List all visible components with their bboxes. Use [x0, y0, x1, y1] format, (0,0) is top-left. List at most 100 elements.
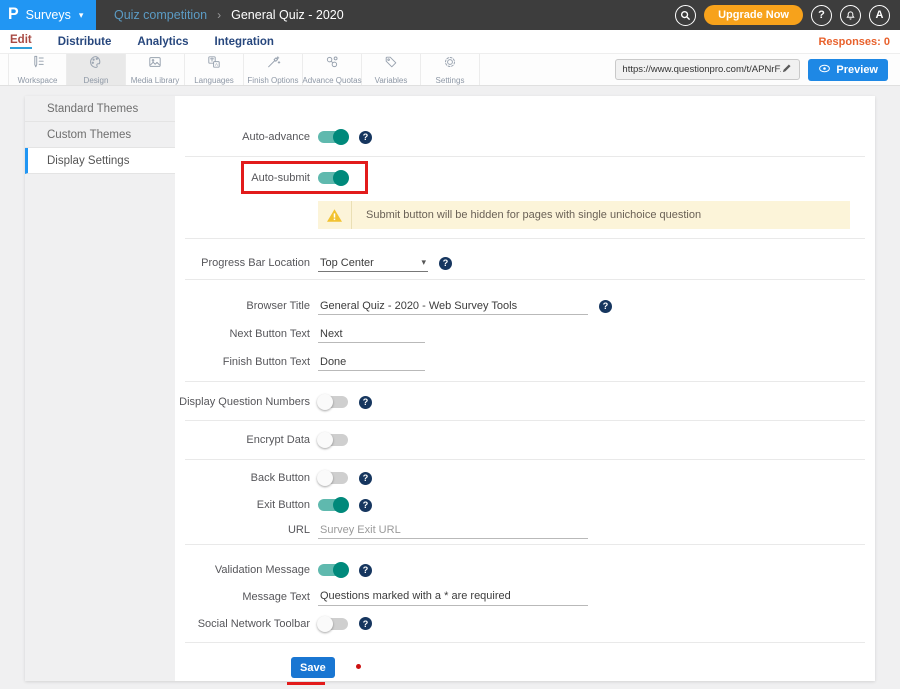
progress-bar-location-select[interactable]: Top Center ▾ — [318, 254, 428, 272]
toolbar-item-label: Languages — [194, 76, 234, 85]
browser-title-input[interactable] — [318, 297, 588, 315]
toolbar-item-label: Media Library — [131, 76, 179, 85]
next-button-text-label: Next Button Text — [175, 328, 310, 340]
message-text-label: Message Text — [175, 591, 310, 603]
progress-bar-location-label: Progress Bar Location — [175, 257, 310, 269]
toolbar-item-media-library[interactable]: Media Library — [126, 54, 185, 85]
finish-button-text-row: Finish Button Text — [175, 348, 875, 376]
toolbar-item-label: Settings — [436, 76, 465, 85]
validation-message-toggle[interactable] — [318, 564, 348, 576]
exit-url-input[interactable] — [318, 521, 588, 539]
divider — [185, 381, 865, 382]
breadcrumb-separator: › — [217, 8, 221, 22]
sidebar-item-custom-themes[interactable]: Custom Themes — [25, 122, 175, 148]
progress-bar-location-value: Top Center — [320, 257, 374, 269]
divider — [185, 238, 865, 239]
responses-count[interactable]: Responses: 0 — [818, 36, 890, 48]
design-sidebar: Standard Themes Custom Themes Display Se… — [25, 96, 175, 681]
toolbar-item-label: Workspace — [18, 76, 58, 85]
toolbar-item-languages[interactable]: A Languages — [185, 54, 244, 85]
breadcrumb-folder[interactable]: Quiz competition — [114, 8, 207, 22]
annotation-dot — [356, 664, 361, 669]
finish-button-text-input[interactable] — [318, 353, 425, 371]
tab-edit[interactable]: Edit — [10, 34, 32, 49]
display-question-numbers-help-icon[interactable]: ? — [359, 396, 372, 409]
back-button-row: Back Button ? — [175, 464, 875, 492]
validation-message-row: Validation Message ? — [175, 557, 875, 583]
divider — [185, 279, 865, 280]
toolbar-item-design[interactable]: Design — [67, 54, 126, 85]
notifications-bell-icon[interactable] — [840, 5, 861, 26]
social-network-toolbar-help-icon[interactable]: ? — [359, 617, 372, 630]
search-icon[interactable] — [675, 5, 696, 26]
svg-text:A: A — [215, 62, 218, 67]
auto-submit-toggle[interactable] — [318, 172, 348, 184]
advance-quotas-icon — [323, 54, 341, 75]
breadcrumb: Quiz competition › General Quiz - 2020 — [114, 0, 344, 30]
social-network-toolbar-toggle[interactable] — [318, 618, 348, 630]
content-area: Standard Themes Custom Themes Display Se… — [0, 86, 900, 681]
top-bar: P Surveys ▾ Quiz competition › General Q… — [0, 0, 900, 30]
auto-submit-label: Auto-submit — [175, 172, 310, 184]
sidebar-item-standard-themes[interactable]: Standard Themes — [25, 96, 175, 122]
toolbar-item-settings[interactable]: Settings — [421, 54, 480, 85]
edit-pencil-icon[interactable] — [781, 61, 793, 79]
settings-icon — [441, 54, 459, 75]
validation-message-help-icon[interactable]: ? — [359, 564, 372, 577]
toolbar-item-label: Advance Quotas — [302, 76, 361, 85]
back-button-label: Back Button — [175, 472, 310, 484]
warning-text: Submit button will be hidden for pages w… — [352, 209, 701, 221]
surveys-menu[interactable]: P Surveys ▾ — [0, 0, 96, 30]
help-menu-icon[interactable]: ? — [811, 5, 832, 26]
display-question-numbers-label: Display Question Numbers — [175, 396, 310, 408]
questionpro-logo-icon: P — [8, 7, 19, 24]
auto-advance-row: Auto-advance ? — [175, 124, 875, 150]
message-text-input[interactable] — [318, 588, 588, 606]
save-row: Save — [175, 657, 875, 681]
exit-button-label: Exit Button — [175, 499, 310, 511]
progress-bar-help-icon[interactable]: ? — [439, 257, 452, 270]
preview-button[interactable]: Preview — [808, 59, 888, 81]
auto-submit-row: Auto-submit — [175, 163, 875, 193]
exit-button-help-icon[interactable]: ? — [359, 499, 372, 512]
exit-button-toggle[interactable] — [318, 499, 348, 511]
auto-advance-help-icon[interactable]: ? — [359, 131, 372, 144]
progress-bar-row: Progress Bar Location Top Center ▾ ? — [175, 249, 875, 277]
toolbar-item-workspace[interactable]: Workspace — [8, 54, 67, 85]
toolbar-item-finish-options[interactable]: Finish Options — [244, 54, 303, 85]
sidebar-item-display-settings[interactable]: Display Settings — [25, 148, 175, 174]
tab-analytics[interactable]: Analytics — [137, 36, 188, 48]
encrypt-data-row: Encrypt Data — [175, 426, 875, 454]
survey-url-input[interactable] — [622, 64, 781, 75]
social-network-toolbar-row: Social Network Toolbar ? — [175, 610, 875, 637]
toolbar-item-label: Design — [84, 76, 109, 85]
browser-title-label: Browser Title — [175, 300, 310, 312]
languages-icon: A — [205, 54, 223, 75]
divider — [185, 420, 865, 421]
back-button-toggle[interactable] — [318, 472, 348, 484]
design-icon — [87, 54, 105, 75]
next-button-text-row: Next Button Text — [175, 320, 875, 348]
tab-distribute[interactable]: Distribute — [58, 36, 112, 48]
encrypt-data-label: Encrypt Data — [175, 434, 310, 446]
back-button-help-icon[interactable]: ? — [359, 472, 372, 485]
save-button[interactable]: Save — [291, 657, 335, 678]
auto-advance-toggle[interactable] — [318, 131, 348, 143]
auto-advance-label: Auto-advance — [175, 131, 310, 143]
avatar[interactable]: A — [869, 5, 890, 26]
variables-icon — [382, 54, 400, 75]
finish-button-text-label: Finish Button Text — [175, 356, 310, 368]
next-button-text-input[interactable] — [318, 325, 425, 343]
encrypt-data-toggle[interactable] — [318, 434, 348, 446]
toolbar-item-variables[interactable]: Variables — [362, 54, 421, 85]
upgrade-now-button[interactable]: Upgrade Now — [704, 5, 803, 25]
display-question-numbers-toggle[interactable] — [318, 396, 348, 408]
divider — [185, 544, 865, 545]
message-text-row: Message Text — [175, 583, 875, 610]
browser-title-help-icon[interactable]: ? — [599, 300, 612, 313]
toolbar-item-advance-quotas[interactable]: Advance Quotas — [303, 54, 362, 85]
browser-title-row: Browser Title ? — [175, 292, 875, 320]
tab-integration[interactable]: Integration — [215, 36, 274, 48]
finish-options-icon — [264, 54, 282, 75]
breadcrumb-survey-name: General Quiz - 2020 — [231, 8, 344, 22]
